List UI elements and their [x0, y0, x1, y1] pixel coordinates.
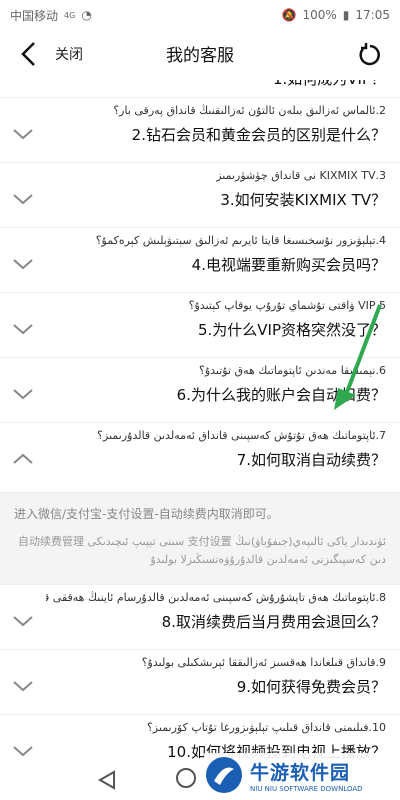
chevron-down-icon [13, 389, 33, 400]
page-title: 我的客服 [166, 46, 234, 66]
faq-question-zh: 1.如何成为VIP？ [273, 80, 386, 89]
chevron-down-icon [13, 324, 33, 335]
faq-item[interactable]: 4.تېلېۋىزور نۇسخىسىغا قايتا ئايرىم ئەزال… [0, 228, 400, 293]
faq-item[interactable]: 2.ئالماس ئەزالىق بىلەن ئالتۇن ئەزالىقنىڭ… [0, 98, 400, 163]
battery-percent: 100% [302, 8, 337, 22]
watermark-emblem-icon [206, 757, 242, 793]
faq-question-zh: 2.钻石会员和黄金会员的区别是什么？ [131, 126, 386, 144]
chevron-down-icon [13, 616, 33, 627]
network-label: 4G [64, 10, 76, 20]
faq-question-ug: 8.ئاپتوماتىك ھەق تاپشۇرۇش كەسپىنى ئەمەلد… [46, 591, 386, 604]
status-bar: 中国移动 4G ◔ 🔕 100% ▮ 17:05 [0, 0, 400, 30]
faq-question-zh: 4.电视端要重新购买会员吗？ [191, 256, 386, 274]
faq-question-zh: 3.如何安装KIXMIX TV？ [220, 191, 386, 209]
annotation-arrow-icon [334, 304, 382, 410]
refresh-icon [359, 43, 380, 66]
watermark-title: 牛游软件园 [250, 761, 351, 784]
faq-question-ug: 10.فىلىمنى قانداق قىلىپ تېلېۋىزورغا تۇتا… [146, 721, 386, 734]
chevron-up-icon [13, 453, 33, 464]
faq-question-ug: 7.ئاپتوماتىك ھەق تۇتۇش كەسپىنى قانداق ئە… [97, 429, 386, 442]
faq-item[interactable]: 3.KIXMIX TV نى قانداق چۈشۈرىمىز 3.如何安装KI… [0, 163, 400, 228]
faq-question-zh: 9.如何获得免费会员？ [236, 678, 386, 696]
faq-item[interactable]: 1.如何成为VIP？ [0, 80, 400, 98]
faq-item-expanded[interactable]: 7.ئاپتوماتىك ھەق تۇتۇش كەسپىنى قانداق ئە… [0, 423, 400, 493]
wifi-icon: ◔ [81, 8, 92, 22]
clock: 17:05 [355, 8, 390, 22]
faq-item[interactable]: 8.ئاپتوماتىك ھەق تاپشۇرۇش كەسپىنى ئەمەلد… [0, 585, 400, 650]
faq-question-ug: 3.KIXMIX TV نى قانداق چۈشۈرىمىز [216, 169, 386, 182]
answer-text-zh: 进入微信/支付宝-支付设置-自动续费内取消即可。 [14, 507, 279, 521]
carrier-label: 中国移动 [10, 8, 59, 23]
battery-icon: ▮ [342, 8, 350, 22]
faq-question-zh: 7.如何取消自动续费？ [236, 451, 386, 469]
mute-icon: 🔕 [281, 8, 297, 22]
faq-list: 1.如何成为VIP？ 2.ئالماس ئەزالىق بىلەن ئالتۇن… [0, 80, 400, 760]
faq-question-ug: 2.ئالماس ئەزالىق بىلەن ئالتۇن ئەزالىقنىڭ… [113, 104, 386, 117]
app-header: 关闭 我的客服 [0, 30, 400, 80]
refresh-button[interactable] [354, 39, 386, 71]
nav-home-icon[interactable] [176, 768, 196, 788]
chevron-down-icon [13, 129, 33, 140]
faq-question-ug: 9.قانداق قىلغاندا ھەقسىز ئەزالىققا ئېرىش… [141, 656, 386, 669]
chevron-down-icon [13, 681, 33, 692]
nav-back-icon[interactable] [98, 770, 116, 790]
answer-text-ug: ئۈندىدار ياكى ئالىپەي(جىفۇباۋ)نىڭ 支付设置 س… [17, 535, 386, 566]
watermark-logo: 牛游软件园 NIU NIU SOFTWARE DOWNLOAD [204, 753, 394, 797]
faq-item[interactable]: 9.قانداق قىلغاندا ھەقسىز ئەزالىققا ئېرىش… [0, 650, 400, 715]
faq-question-ug: 4.تېلېۋىزور نۇسخىسىغا قايتا ئايرىم ئەزال… [95, 234, 386, 247]
faq-answer: 进入微信/支付宝-支付设置-自动续费内取消即可。 ئۈندىدار ياكى ئ… [0, 493, 400, 585]
chevron-down-icon [13, 259, 33, 270]
chevron-down-icon [13, 746, 33, 757]
faq-question-zh: 8.取消续费后当月费用会退回么？ [161, 613, 386, 631]
chevron-down-icon [13, 194, 33, 205]
watermark-subtitle: NIU NIU SOFTWARE DOWNLOAD [250, 784, 363, 793]
